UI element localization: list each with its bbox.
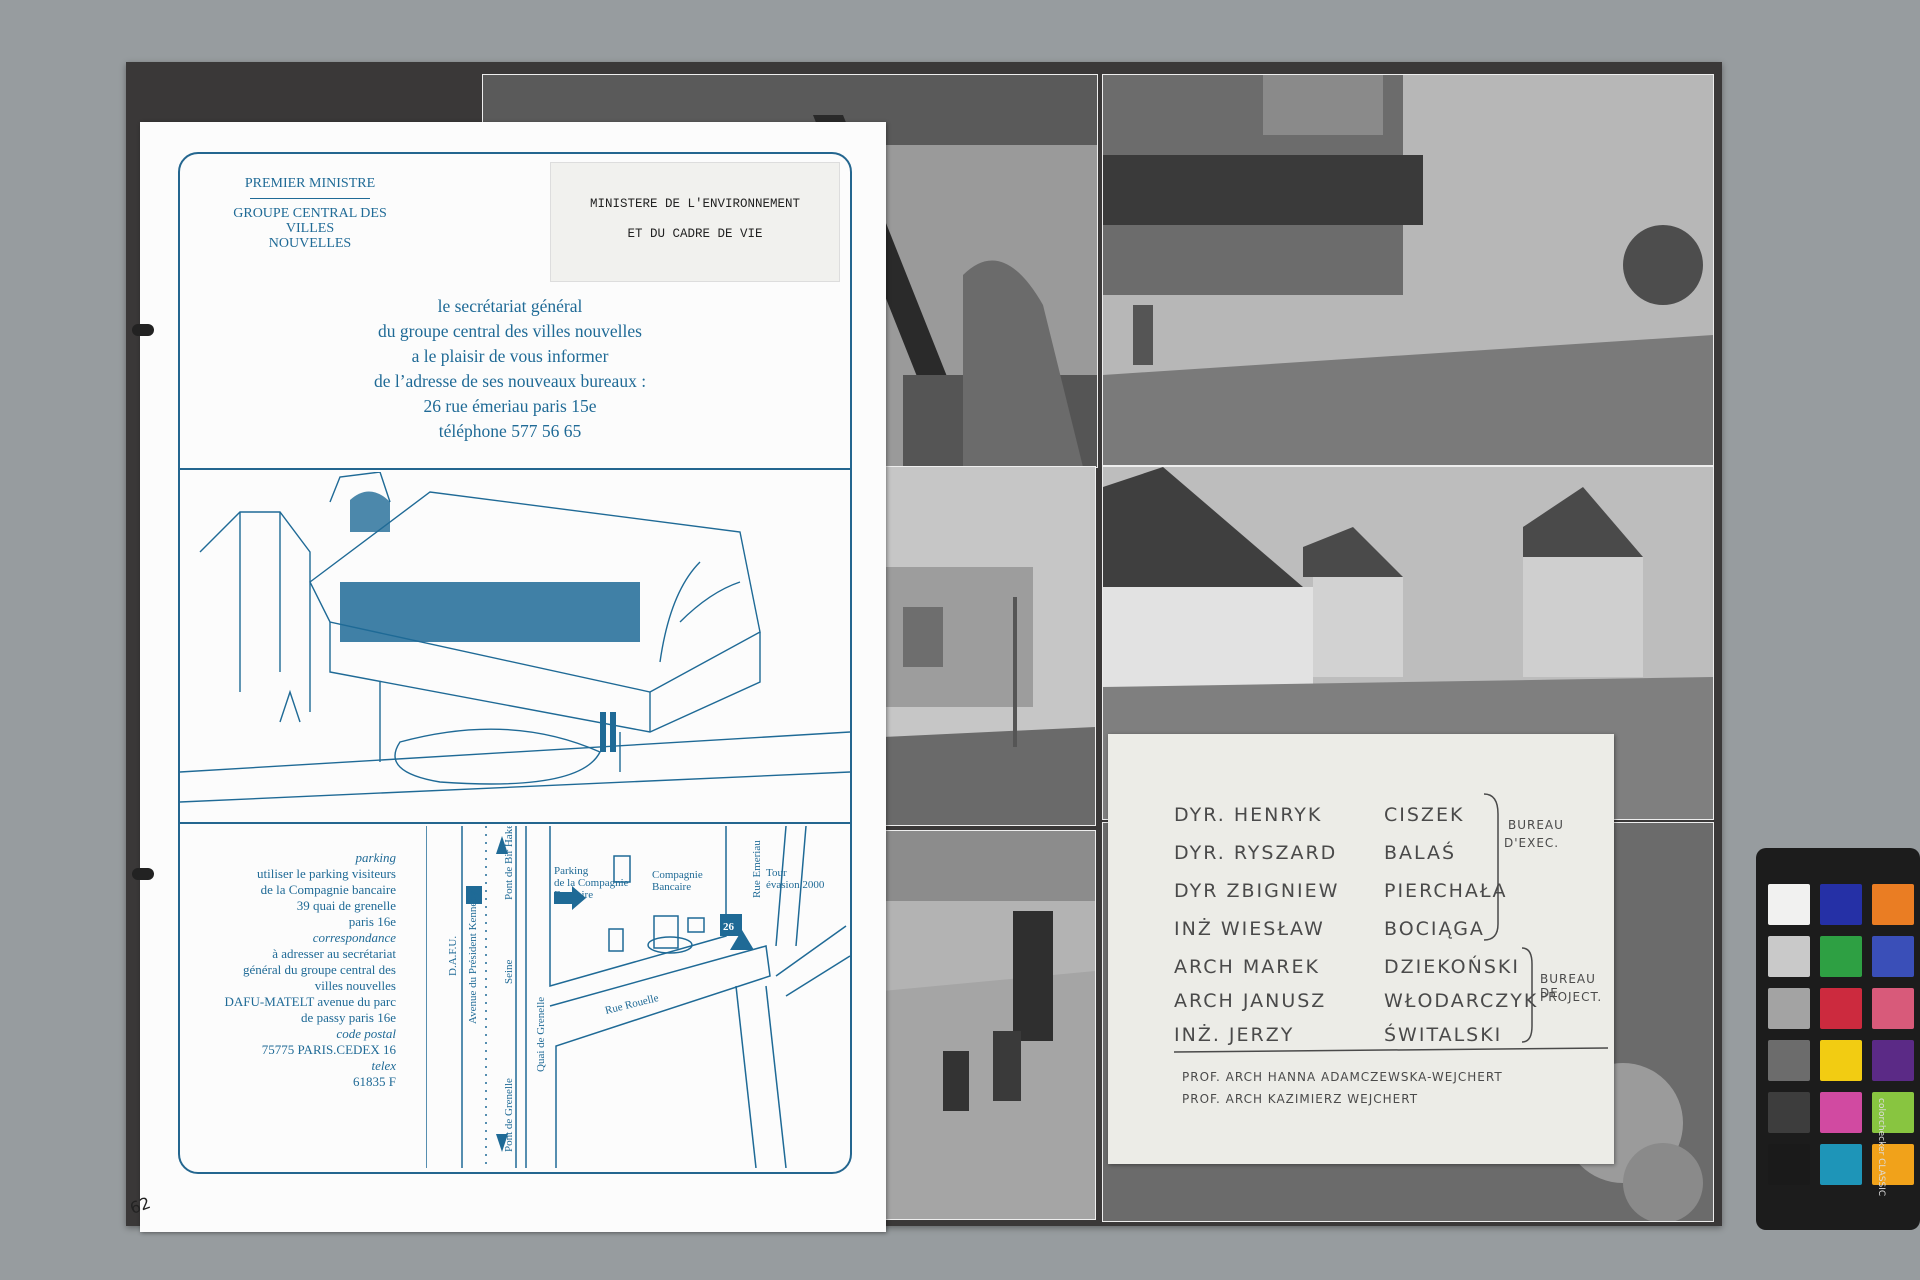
map-label-seine: Seine — [503, 959, 515, 984]
note-prof-2: PROF. ARCH KAZIMIERZ WEJCHERT — [1182, 1092, 1419, 1106]
color-patch — [1768, 936, 1810, 977]
color-patch — [1768, 1092, 1810, 1133]
colorchecker-brand: colorchecker CLASSIC — [1876, 1098, 1886, 1197]
color-patch — [1768, 1040, 1810, 1081]
handwritten-note: DYR. HENRYK CISZEK DYR. RYSZARD BALAŚ DY… — [1108, 734, 1614, 1164]
map-label-parking-3: Bancaire — [554, 889, 593, 901]
map-label-rue-emeriau: Rue Emeriau — [751, 840, 763, 898]
header-premier-ministre: PREMIER MINISTRE — [244, 176, 376, 191]
bracket-1-line-1: BUREAU — [1508, 818, 1564, 832]
map-label-compagnie-1: Compagnie — [652, 869, 703, 881]
color-patch — [1820, 936, 1862, 977]
note-prof-1: PROF. ARCH HANNA ADAMCZEWSKA-WEJCHERT — [1182, 1070, 1503, 1084]
bracket-2-line-2: PROJECT. — [1540, 990, 1603, 1004]
color-patch — [1820, 1040, 1862, 1081]
photo-apartment-blocks — [882, 466, 1096, 826]
color-patch — [1820, 1092, 1862, 1133]
map-number-26: 26 — [723, 921, 735, 933]
map-label-tour-2: évasion 2000 — [766, 879, 825, 891]
map-label-pont-grenelle: Pont de Grenelle — [503, 1078, 515, 1152]
building-sketch — [180, 472, 850, 803]
ministry-stamp: MINISTERE DE L'ENVIRONNEMENT ET DU CADRE… — [550, 162, 840, 282]
binder-clip-bottom — [132, 868, 154, 880]
map-label-parking-2: de la Compagnie — [554, 877, 629, 889]
photo-shopping-street — [1102, 74, 1714, 466]
map-label-compagnie-2: Bancaire — [652, 881, 691, 893]
bracket-1-line-2: D'EXEC. — [1504, 836, 1560, 850]
map-label-tour-1: Tour — [766, 867, 787, 879]
invitation-leaflet: PREMIER MINISTRE GROUPE CENTRAL DES VILL… — [132, 122, 886, 1232]
color-patch — [1768, 1144, 1810, 1185]
map-label-rue-rouelle: Rue Rouelle — [604, 992, 660, 1017]
map-label-pont-bir-hakeim: Pont de Bir Hakeim — [503, 826, 515, 900]
map-label-parking-1: Parking — [554, 865, 589, 877]
color-patch — [1820, 988, 1862, 1029]
header-groupe-central: GROUPE CENTRAL DES VILLES NOUVELLES — [233, 206, 387, 251]
address-info: parking utiliser le parking visiteurs de… — [224, 850, 397, 1089]
stamp-line-1: MINISTERE DE L'ENVIRONNEMENT — [589, 197, 801, 211]
binder-clip-top — [132, 324, 154, 336]
color-patch — [1768, 884, 1810, 925]
divider-bottom — [178, 822, 850, 824]
stamp-line-2: ET DU CADRE DE VIE — [627, 227, 763, 241]
color-checker-card: colorchecker CLASSIC — [1756, 848, 1920, 1230]
color-patch — [1872, 1040, 1914, 1081]
color-patch — [1872, 884, 1914, 925]
announcement-text: le secrétariat général du groupe central… — [373, 296, 647, 441]
location-map: D.A.F.U. Avenue du Président Kennedy Sei… — [426, 826, 850, 1168]
divider-top — [178, 468, 850, 470]
header-divider — [250, 198, 370, 199]
map-label-quai-grenelle: Quai de Grenelle — [535, 997, 547, 1072]
color-patch — [1820, 884, 1862, 925]
color-patch — [1872, 936, 1914, 977]
color-patch — [1820, 1144, 1862, 1185]
map-label-dafu: D.A.F.U. — [447, 936, 459, 976]
color-patch — [1872, 988, 1914, 1029]
color-patch — [1768, 988, 1810, 1029]
map-label-avenue: Avenue du Président Kennedy — [467, 890, 479, 1024]
photo-children-square — [882, 830, 1096, 1220]
